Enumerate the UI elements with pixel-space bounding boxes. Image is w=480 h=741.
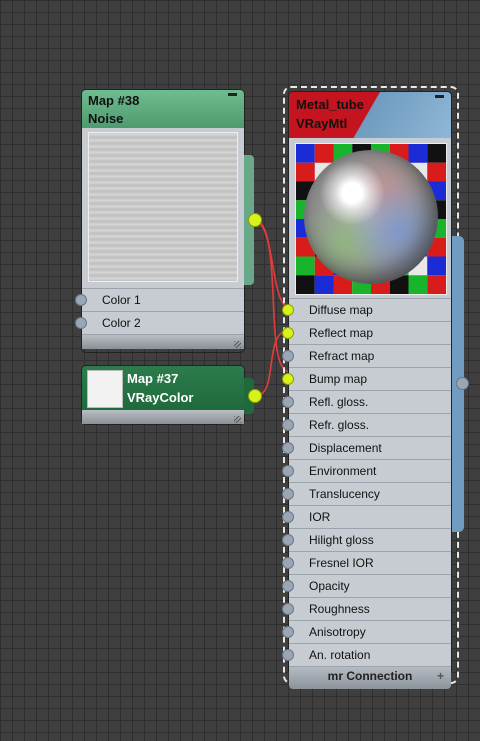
- input-socket[interactable]: [282, 442, 294, 454]
- input-socket[interactable]: [282, 534, 294, 546]
- vraycolor-output-socket[interactable]: [248, 389, 262, 403]
- noise-node-name: Map #38: [88, 93, 140, 108]
- slot-ior[interactable]: IOR: [282, 506, 451, 529]
- input-socket[interactable]: [282, 304, 294, 316]
- slot-bump-map[interactable]: Bump map: [282, 368, 451, 391]
- slot-label: Anisotropy: [309, 625, 366, 639]
- slot-label: Color 2: [102, 316, 141, 330]
- slot-label: Displacement: [309, 441, 382, 455]
- vraycolor-node-name: Map #37: [127, 371, 179, 386]
- slot-label: Translucency: [309, 487, 380, 501]
- input-socket[interactable]: [282, 580, 294, 592]
- slot-label: IOR: [309, 510, 331, 524]
- vraycolor-node-header[interactable]: Map #37 VRayColor: [82, 366, 244, 410]
- noise-node-header[interactable]: Map #38 Noise: [82, 90, 244, 128]
- slot-refl-gloss[interactable]: Refl. gloss.: [282, 391, 451, 414]
- slot-label: Color 1: [102, 293, 141, 307]
- slot-displacement[interactable]: Displacement: [282, 437, 451, 460]
- noise-map-node[interactable]: Map #38 Noise Color 1 Color 2: [75, 90, 244, 352]
- slot-label: Roughness: [309, 602, 370, 616]
- material-node-footer[interactable]: mr Connection +: [289, 667, 451, 689]
- slot-label: Refl. gloss.: [309, 395, 369, 409]
- material-node-type: VRayMtl: [296, 116, 348, 131]
- input-socket[interactable]: [282, 511, 294, 523]
- noise-node-footer: [82, 335, 244, 349]
- noise-output-socket[interactable]: [248, 213, 262, 227]
- input-socket[interactable]: [282, 350, 294, 362]
- slot-color-1[interactable]: Color 1: [75, 288, 244, 312]
- slot-label: Refract map: [309, 349, 375, 363]
- slot-label: Hilight gloss: [309, 533, 374, 547]
- socket-color-1[interactable]: [75, 294, 87, 306]
- vraymtl-material-node[interactable]: Metal_tube VRayMtl Diffuse map Reflect m…: [282, 92, 451, 689]
- slot-an-rotation[interactable]: An. rotation: [282, 644, 451, 667]
- input-socket[interactable]: [282, 327, 294, 339]
- slot-label: Diffuse map: [309, 303, 373, 317]
- vraycolor-node-footer: [82, 410, 244, 424]
- input-socket[interactable]: [282, 626, 294, 638]
- slot-label: Refr. gloss.: [309, 418, 370, 432]
- noise-preview-panel: [82, 128, 244, 288]
- slot-color-2[interactable]: Color 2: [75, 312, 244, 335]
- socket-color-2[interactable]: [75, 317, 87, 329]
- material-output-socket[interactable]: [456, 377, 469, 390]
- slot-fresnel-ior[interactable]: Fresnel IOR: [282, 552, 451, 575]
- slot-refract-map[interactable]: Refract map: [282, 345, 451, 368]
- mr-connection-label: mr Connection: [327, 669, 413, 683]
- slot-label: Bump map: [309, 372, 368, 386]
- slot-hilight-gloss[interactable]: Hilight gloss: [282, 529, 451, 552]
- input-socket[interactable]: [282, 373, 294, 385]
- slot-label: Opacity: [309, 579, 350, 593]
- vraycolor-swatch: [87, 370, 123, 408]
- material-preview-panel: [289, 138, 451, 298]
- noise-node-type: Noise: [88, 111, 124, 126]
- vraycolor-map-node[interactable]: Map #37 VRayColor: [82, 366, 244, 424]
- resize-grip-icon[interactable]: [234, 341, 241, 348]
- material-slot-list: Diffuse map Reflect map Refract map Bump ma…: [282, 298, 451, 667]
- input-socket[interactable]: [282, 465, 294, 477]
- slot-opacity[interactable]: Opacity: [282, 575, 451, 598]
- slot-reflect-map[interactable]: Reflect map: [282, 322, 451, 345]
- material-node-name: Metal_tube: [296, 97, 364, 112]
- noise-slot-list: Color 1 Color 2: [75, 288, 244, 335]
- vraycolor-node-type: VRayColor: [127, 390, 194, 405]
- slot-label: Fresnel IOR: [309, 556, 374, 570]
- input-socket[interactable]: [282, 649, 294, 661]
- material-sphere: [304, 150, 438, 284]
- noise-preview-thumbnail: [88, 132, 238, 282]
- slot-anisotropy[interactable]: Anisotropy: [282, 621, 451, 644]
- plus-icon[interactable]: +: [437, 667, 444, 685]
- input-socket[interactable]: [282, 488, 294, 500]
- slot-refr-gloss[interactable]: Refr. gloss.: [282, 414, 451, 437]
- material-node-header[interactable]: Metal_tube VRayMtl: [289, 92, 451, 138]
- slot-environment[interactable]: Environment: [282, 460, 451, 483]
- collapse-icon[interactable]: [435, 95, 444, 98]
- slot-label: Reflect map: [309, 326, 374, 340]
- collapse-icon[interactable]: [228, 93, 237, 96]
- slot-label: Environment: [309, 464, 377, 478]
- resize-grip-icon[interactable]: [234, 416, 241, 423]
- input-socket[interactable]: [282, 396, 294, 408]
- slot-roughness[interactable]: Roughness: [282, 598, 451, 621]
- material-preview-thumbnail: [295, 143, 447, 295]
- input-socket[interactable]: [282, 419, 294, 431]
- input-socket[interactable]: [282, 557, 294, 569]
- slot-label: An. rotation: [309, 648, 371, 662]
- input-socket[interactable]: [282, 603, 294, 615]
- slot-translucency[interactable]: Translucency: [282, 483, 451, 506]
- slot-diffuse-map[interactable]: Diffuse map: [282, 298, 451, 322]
